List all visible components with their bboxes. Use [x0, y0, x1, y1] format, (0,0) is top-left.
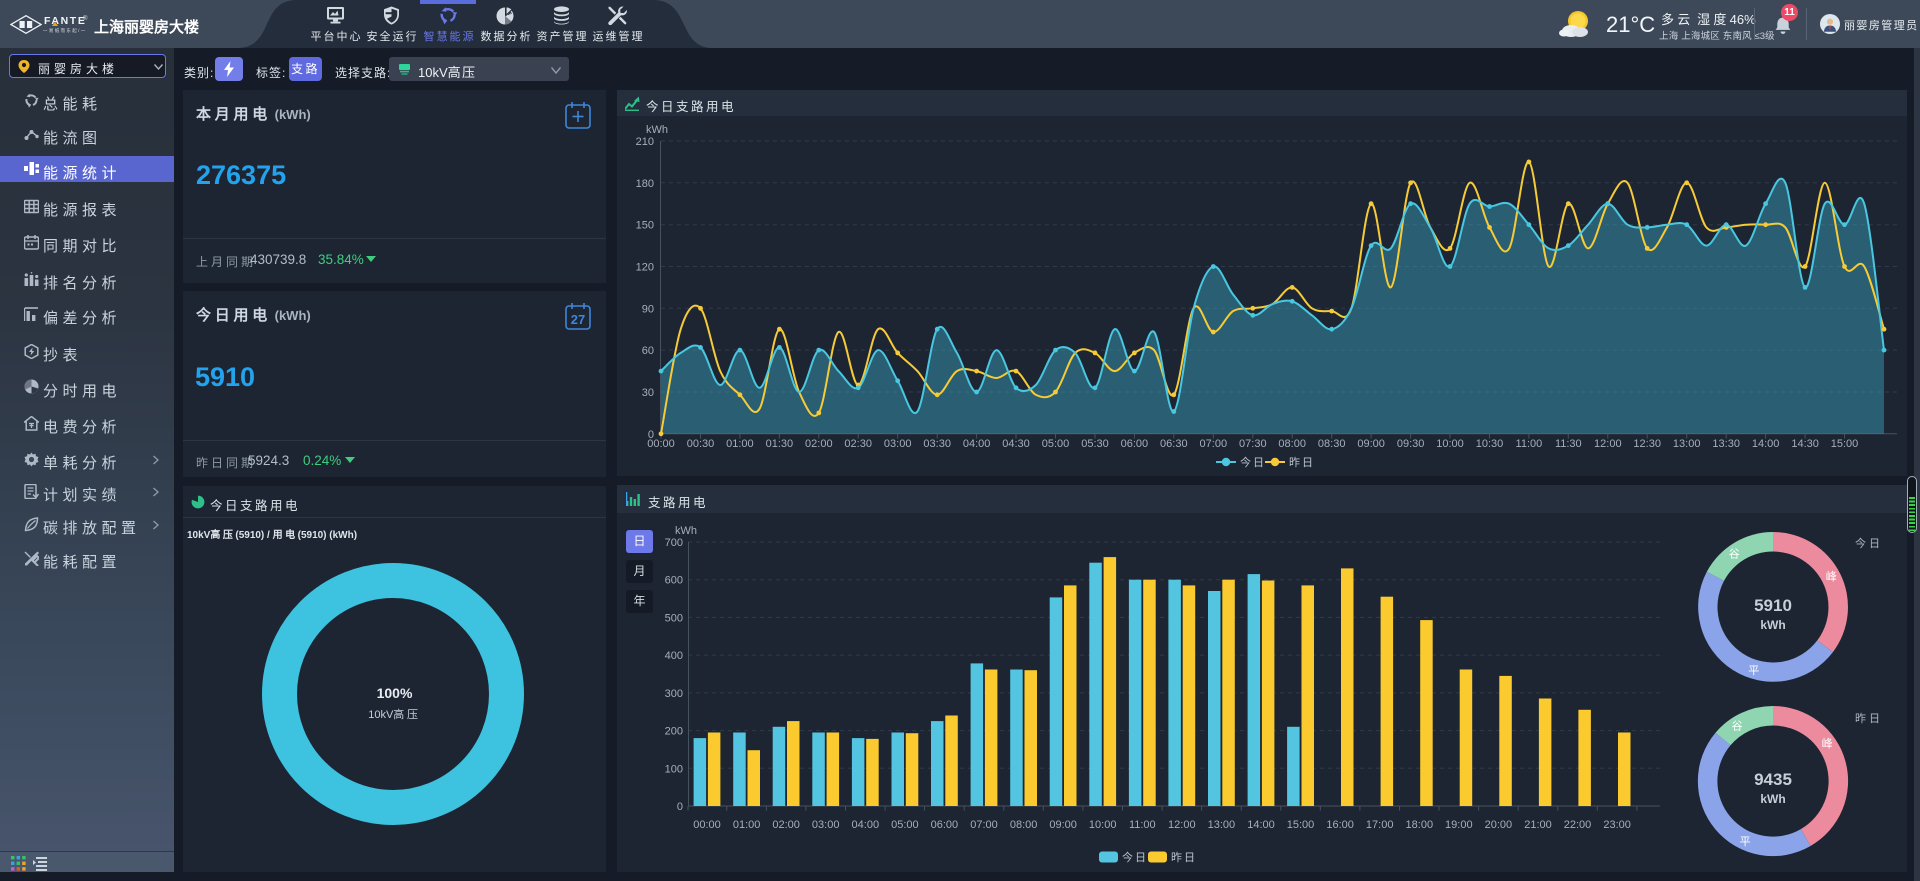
- svg-text:峰: 峰: [1826, 570, 1837, 583]
- svg-text:00:00: 00:00: [693, 819, 721, 831]
- svg-text:昨日: 昨日: [1855, 712, 1883, 725]
- svg-text:今日: 今日: [1240, 455, 1266, 469]
- svg-text:04:30: 04:30: [1002, 438, 1030, 450]
- svg-text:500: 500: [665, 612, 683, 624]
- svg-text:90: 90: [642, 303, 654, 315]
- svg-text:07:00: 07:00: [1200, 438, 1228, 450]
- svg-text:今日: 今日: [1122, 850, 1148, 864]
- svg-text:12:00: 12:00: [1168, 819, 1196, 831]
- svg-text:15:00: 15:00: [1831, 438, 1859, 450]
- svg-text:180: 180: [636, 178, 654, 190]
- svg-text:07:30: 07:30: [1239, 438, 1267, 450]
- svg-text:02:00: 02:00: [772, 819, 800, 831]
- svg-text:15:00: 15:00: [1287, 819, 1315, 831]
- svg-text:平: 平: [1748, 665, 1759, 677]
- svg-text:13:30: 13:30: [1712, 438, 1740, 450]
- svg-text:03:30: 03:30: [923, 438, 951, 450]
- svg-text:00:30: 00:30: [687, 438, 715, 450]
- svg-text:峰: 峰: [1822, 737, 1833, 750]
- svg-text:11:00: 11:00: [1516, 438, 1543, 450]
- svg-text:04:00: 04:00: [852, 819, 880, 831]
- svg-text:kWh: kWh: [675, 525, 697, 537]
- svg-text:03:00: 03:00: [812, 819, 840, 831]
- svg-text:昨日: 昨日: [1289, 456, 1315, 469]
- svg-text:22:00: 22:00: [1564, 819, 1592, 831]
- svg-text:5910: 5910: [1754, 596, 1792, 615]
- svg-text:13:00: 13:00: [1208, 819, 1236, 831]
- svg-text:17:00: 17:00: [1366, 819, 1394, 831]
- svg-text:21:00: 21:00: [1524, 819, 1552, 831]
- svg-text:400: 400: [665, 650, 683, 662]
- svg-text:11:00: 11:00: [1129, 819, 1156, 831]
- svg-text:06:30: 06:30: [1160, 438, 1188, 450]
- svg-text:10:30: 10:30: [1476, 438, 1504, 450]
- svg-text:02:30: 02:30: [844, 438, 872, 450]
- svg-text:120: 120: [636, 262, 654, 274]
- svg-text:01:30: 01:30: [766, 438, 794, 450]
- svg-text:谷: 谷: [1732, 720, 1743, 733]
- svg-text:kWh: kWh: [1760, 618, 1785, 632]
- svg-text:03:00: 03:00: [884, 438, 912, 450]
- svg-text:08:00: 08:00: [1278, 438, 1306, 450]
- svg-text:昨日: 昨日: [1171, 851, 1197, 864]
- svg-text:05:30: 05:30: [1081, 438, 1109, 450]
- svg-text:14:00: 14:00: [1752, 438, 1780, 450]
- svg-text:00:00: 00:00: [647, 438, 675, 450]
- svg-text:27: 27: [571, 312, 585, 327]
- svg-text:08:30: 08:30: [1318, 438, 1346, 450]
- svg-text:600: 600: [665, 575, 683, 587]
- svg-text:12:00: 12:00: [1594, 438, 1622, 450]
- svg-text:19:00: 19:00: [1445, 819, 1473, 831]
- svg-text:05:00: 05:00: [1042, 438, 1070, 450]
- svg-text:06:00: 06:00: [1121, 438, 1149, 450]
- svg-text:300: 300: [665, 688, 683, 700]
- svg-text:09:00: 09:00: [1049, 819, 1077, 831]
- svg-text:200: 200: [665, 726, 683, 738]
- svg-text:23:00: 23:00: [1603, 819, 1631, 831]
- svg-text:01:00: 01:00: [733, 819, 761, 831]
- svg-text:07:00: 07:00: [970, 819, 998, 831]
- svg-text:0: 0: [677, 801, 683, 813]
- svg-text:14:30: 14:30: [1791, 438, 1819, 450]
- svg-text:今日: 今日: [1855, 536, 1883, 550]
- svg-text:60: 60: [642, 345, 654, 357]
- svg-text:12:30: 12:30: [1633, 438, 1661, 450]
- svg-text:30: 30: [642, 387, 654, 399]
- svg-text:9435: 9435: [1754, 770, 1792, 789]
- svg-text:06:00: 06:00: [931, 819, 959, 831]
- svg-text:700: 700: [665, 537, 683, 549]
- svg-text:01:00: 01:00: [726, 438, 754, 450]
- svg-text:05:00: 05:00: [891, 819, 919, 831]
- svg-text:谷: 谷: [1729, 548, 1740, 561]
- svg-text:09:00: 09:00: [1357, 438, 1385, 450]
- svg-text:kWh: kWh: [1760, 792, 1785, 806]
- svg-text:210: 210: [636, 136, 654, 148]
- svg-text:kWh: kWh: [646, 124, 668, 136]
- svg-text:02:00: 02:00: [805, 438, 833, 450]
- svg-text:04:00: 04:00: [963, 438, 991, 450]
- svg-text:14:00: 14:00: [1247, 819, 1275, 831]
- svg-text:100: 100: [665, 763, 683, 775]
- svg-text:09:30: 09:30: [1397, 438, 1425, 450]
- svg-text:08:00: 08:00: [1010, 819, 1038, 831]
- svg-text:13:00: 13:00: [1673, 438, 1701, 450]
- svg-text:150: 150: [636, 220, 654, 232]
- svg-text:20:00: 20:00: [1485, 819, 1513, 831]
- svg-text:10:00: 10:00: [1436, 438, 1464, 450]
- svg-text:16:00: 16:00: [1326, 819, 1354, 831]
- svg-text:18:00: 18:00: [1406, 819, 1434, 831]
- svg-text:11:30: 11:30: [1555, 438, 1582, 450]
- svg-text:平: 平: [1740, 836, 1751, 848]
- svg-text:10:00: 10:00: [1089, 819, 1117, 831]
